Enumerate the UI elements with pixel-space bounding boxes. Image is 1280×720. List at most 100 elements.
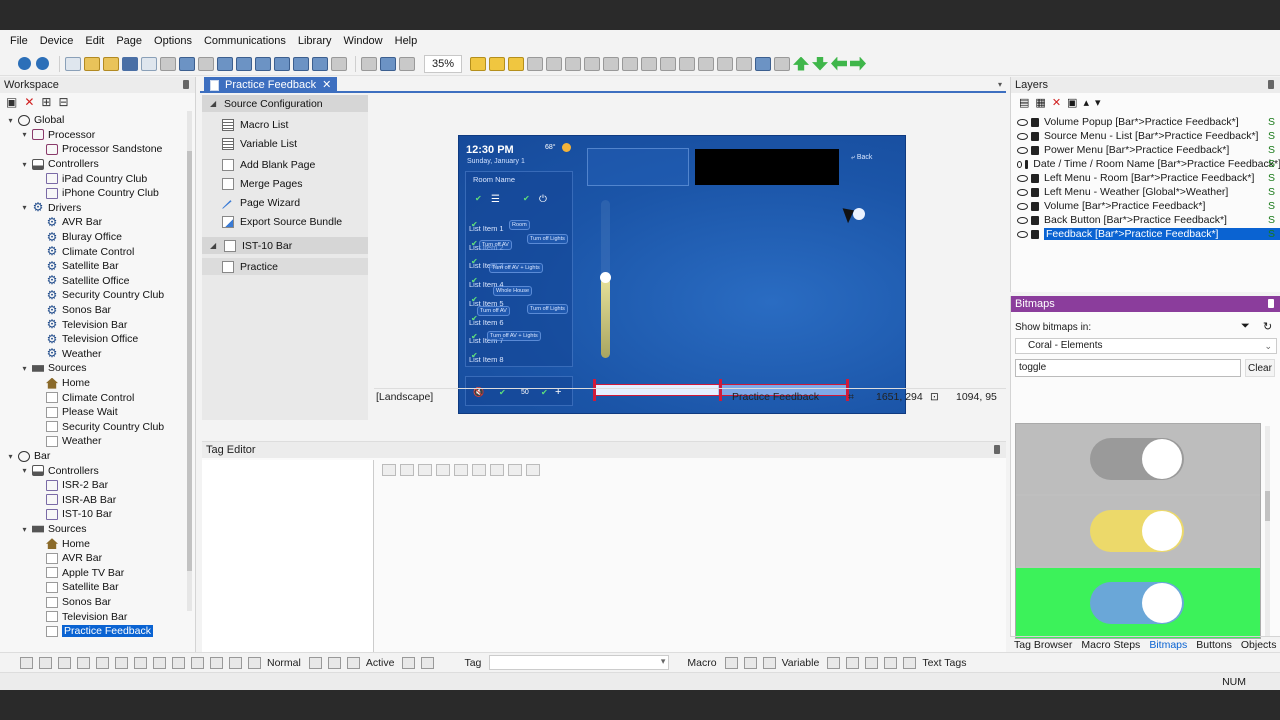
menu-icon[interactable]: ☰ [491,194,500,205]
feedback-black-box[interactable] [695,149,839,185]
layout-icon-6[interactable] [312,56,328,71]
delete-layer-icon[interactable]: ✕ [1052,96,1061,109]
menu-device[interactable]: Device [34,35,80,47]
zoom-field[interactable]: 35% [424,54,462,73]
workspace-scrollbar[interactable] [187,111,192,611]
tree-item[interactable]: ▾ Processor [20,128,95,143]
quick-action-button[interactable]: Turn off Lights [527,234,568,244]
tree-item[interactable]: ▾ Controllers [20,463,98,478]
same-width-icon[interactable] [698,56,714,71]
variable-folder-icon[interactable] [865,656,879,669]
center-page-icon[interactable] [755,56,771,71]
tree-item[interactable]: Weather [34,434,102,449]
page-list-item[interactable]: ◢ IST-10 Bar [202,237,368,254]
quick-action-button[interactable]: Turn off AV [479,240,512,250]
lock-icon[interactable] [1031,187,1039,197]
pencil-icon[interactable] [20,656,33,669]
toggle-icon[interactable] [153,656,166,669]
tree-item[interactable]: Television Bar [34,609,127,624]
page-list-item[interactable]: Page Wizard [202,194,368,211]
back-button[interactable]: ⤶ Back [851,154,872,162]
layer-item[interactable]: Date / Time / Room Name [Bar*>Practice F… [1017,157,1280,171]
tree-item[interactable]: ▾ Global [6,113,64,128]
variable-edit-icon[interactable] [884,656,898,669]
picture-icon[interactable] [229,656,242,669]
tree-item[interactable]: Apple TV Bar [34,566,124,581]
cut-icon[interactable] [454,464,468,476]
align-center-icon[interactable] [565,56,581,71]
tag-tool-icon-3[interactable] [418,464,432,476]
menu-communications[interactable]: Communications [198,35,292,47]
tree-item[interactable]: Sonos Bar [34,595,111,610]
move-left-icon[interactable] [831,56,847,71]
macro-edit-icon[interactable] [762,656,776,669]
add-layer-icon[interactable]: ▦ [1035,96,1045,109]
globe-icon[interactable] [827,656,841,669]
layout-icon-3[interactable] [255,56,271,71]
layout-icon-1[interactable] [217,56,233,71]
fit-icon[interactable] [774,56,790,71]
open-folder-icon[interactable] [84,56,100,71]
clear-button[interactable]: Clear [1245,359,1275,377]
tree-item[interactable]: ⚙ Sonos Bar [34,303,111,318]
visibility-eye-icon[interactable] [1017,160,1023,168]
select-icon[interactable] [39,656,52,669]
redo-icon[interactable] [526,464,540,476]
font-icon[interactable] [308,656,322,669]
page-list-item[interactable]: Practice [202,258,368,275]
menu-library[interactable]: Library [292,35,338,47]
new-file-icon[interactable] [65,56,81,71]
layer-item[interactable]: Feedback [Bar*>Practice Feedback*] S [1017,227,1280,241]
tag-editor-tree[interactable] [202,460,374,653]
align-bottom-icon[interactable] [641,56,657,71]
layer-item[interactable]: Left Menu - Weather [Global*>Weather] S [1017,185,1280,199]
page-list-item[interactable]: Export Source Bundle [202,213,368,230]
tree-item[interactable]: Satellite Bar [34,580,119,595]
workspace-add-icon[interactable]: ▣ [6,95,17,109]
power-menu-row[interactable]: ✔ ☰ ✔ ⏻ [473,194,569,208]
layer-properties-icon[interactable]: ▣ [1067,96,1077,109]
redo-icon[interactable] [198,56,214,71]
bitmap-source-select[interactable]: Coral - Elements ⌄ [1015,338,1277,354]
same-height-icon[interactable] [717,56,733,71]
bitmap-gallery[interactable] [1015,423,1261,639]
filter-icon[interactable]: ⏷ [1241,320,1250,333]
tree-item[interactable]: ⚙ Bluray Office [34,230,122,245]
layout-icon-5[interactable] [293,56,309,71]
pin-icon[interactable] [183,80,189,89]
layout-icon-2[interactable] [236,56,252,71]
normal-state-label[interactable]: Normal [267,657,301,669]
layer-item[interactable]: Volume [Bar*>Practice Feedback*] S [1017,199,1280,213]
expand-toggle-icon[interactable]: ▾ [20,160,29,169]
expand-toggle-icon[interactable]: ▾ [20,203,29,212]
tab-objects[interactable]: Objects [1241,639,1277,651]
tree-item[interactable]: Please Wait [34,405,118,420]
move-down-icon[interactable]: ▾ [1095,96,1101,109]
bitmap-search-input[interactable]: toggle [1015,359,1241,377]
lock-icon[interactable] [1031,131,1039,141]
visibility-eye-icon[interactable] [1017,202,1028,210]
tab-practice-feedback[interactable]: Practice Feedback ✕ [204,77,338,93]
move-right-icon[interactable] [850,56,866,71]
menu-page[interactable]: Page [110,35,148,47]
lock-icon[interactable] [1031,145,1039,155]
quick-action-button[interactable]: Turn off Lights [527,304,568,314]
tree-item[interactable]: ⚙ Satellite Office [34,274,130,289]
layer-item[interactable]: Left Menu - Room [Bar*>Practice Feedback… [1017,171,1280,185]
button-icon[interactable] [115,656,128,669]
tab-macro-steps[interactable]: Macro Steps [1081,639,1140,651]
document-icon[interactable] [903,656,917,669]
layout-icon-7[interactable] [331,56,347,71]
tree-item[interactable]: iPhone Country Club [34,186,159,201]
font-icon[interactable] [402,656,416,669]
filter-icon[interactable] [436,464,450,476]
visibility-eye-icon[interactable] [1017,146,1028,154]
visibility-eye-icon[interactable] [1017,216,1028,224]
tree-item[interactable]: ⚙ Climate Control [34,244,135,259]
tree-item[interactable]: ▾ Sources [20,522,86,537]
image-icon[interactable] [96,656,109,669]
undo-icon[interactable] [508,464,522,476]
menu-options[interactable]: Options [148,35,198,47]
lock-icon[interactable] [1031,229,1039,239]
expand-toggle-icon[interactable]: ▾ [6,116,15,125]
